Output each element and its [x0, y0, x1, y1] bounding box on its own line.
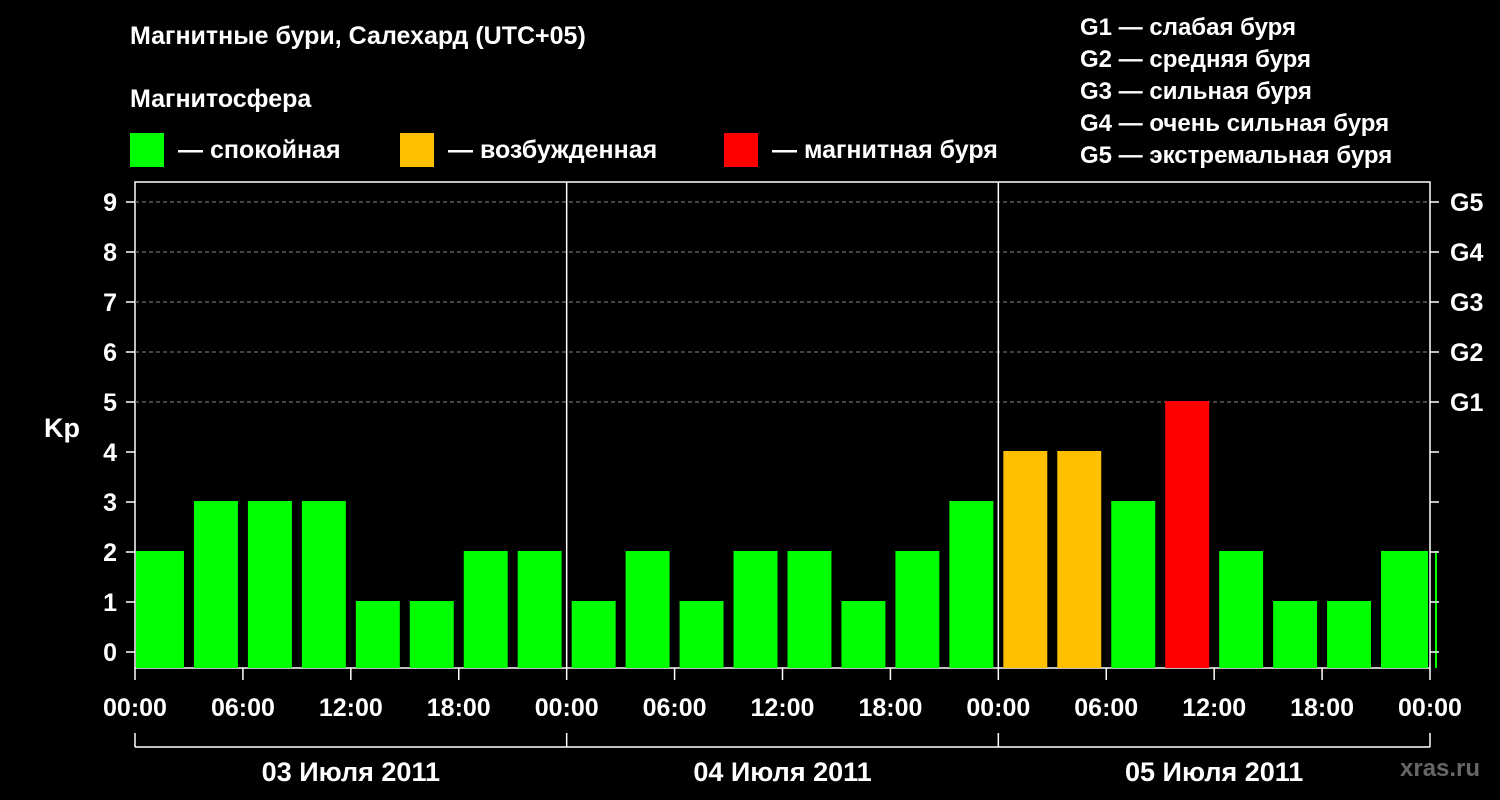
x-tick-label: 06:00	[211, 694, 275, 722]
y-tick-label: 4	[103, 439, 117, 467]
kp-bar	[1057, 451, 1102, 668]
day-label: 04 Июля 2011	[693, 757, 871, 787]
y-tick-label: 0	[103, 639, 117, 667]
x-tick-label: 00:00	[966, 694, 1030, 722]
kp-bar	[301, 501, 346, 668]
kp-bar	[193, 501, 238, 668]
kp-bar	[679, 601, 724, 668]
x-tick-label: 00:00	[103, 694, 167, 722]
x-tick-label: 18:00	[1290, 694, 1354, 722]
y-tick-label: 5	[103, 389, 117, 417]
g-level-tick-label: G2	[1450, 339, 1483, 367]
kp-bar	[1111, 501, 1156, 668]
kp-bar-chart: 0 1 2 3 4 5 6 7 8 9 G1 G2 G3 G4 G5 Kp 00:00 06:00 12:00 18:…	[44, 181, 1483, 787]
y-tick-label: 9	[103, 189, 117, 217]
kp-bar	[136, 551, 184, 668]
y-tick-label: 1	[103, 589, 117, 617]
y-tick-label: 3	[103, 489, 117, 517]
x-tick-label: 12:00	[751, 694, 815, 722]
kp-bar	[463, 551, 508, 668]
y-axis-label: Kp	[44, 413, 80, 443]
day-label: 05 Июля 2011	[1125, 757, 1303, 787]
watermark: xras.ru	[1400, 755, 1481, 782]
g-level-tick-label: G3	[1450, 289, 1483, 317]
y-tick-label: 2	[103, 539, 117, 567]
g-level-tick-label: G4	[1450, 239, 1483, 267]
x-tick-label: 12:00	[319, 694, 383, 722]
kp-bar	[625, 551, 670, 668]
x-tick-label: 06:00	[1074, 694, 1138, 722]
kp-bar	[1435, 551, 1437, 668]
kp-bar	[1219, 551, 1264, 668]
x-tick-label: 18:00	[427, 694, 491, 722]
kp-bar	[247, 501, 292, 668]
kp-bar	[409, 601, 454, 668]
kp-bar	[787, 551, 832, 668]
y-tick-label: 7	[103, 289, 117, 317]
kp-bar	[841, 601, 886, 668]
kp-bar	[1327, 601, 1372, 668]
kp-bar	[1003, 451, 1048, 668]
kp-bar	[571, 601, 616, 668]
x-tick-label: 12:00	[1182, 694, 1246, 722]
x-tick-label: 18:00	[858, 694, 922, 722]
x-tick-label: 06:00	[643, 694, 707, 722]
x-tick-label: 00:00	[1398, 694, 1462, 722]
y-tick-label: 6	[103, 339, 117, 367]
kp-bar	[1381, 551, 1428, 668]
x-tick-label: 00:00	[535, 694, 599, 722]
g-level-tick-label: G1	[1450, 389, 1483, 417]
kp-bar	[517, 551, 562, 668]
kp-bar	[895, 551, 940, 668]
g-level-tick-label: G5	[1450, 189, 1483, 217]
day-label: 03 Июля 2011	[262, 757, 440, 787]
kp-bar	[1273, 601, 1318, 668]
kp-bar	[1165, 401, 1210, 668]
kp-bar	[949, 501, 994, 668]
kp-bar	[733, 551, 778, 668]
kp-bar	[355, 601, 400, 668]
y-tick-label: 8	[103, 239, 117, 267]
